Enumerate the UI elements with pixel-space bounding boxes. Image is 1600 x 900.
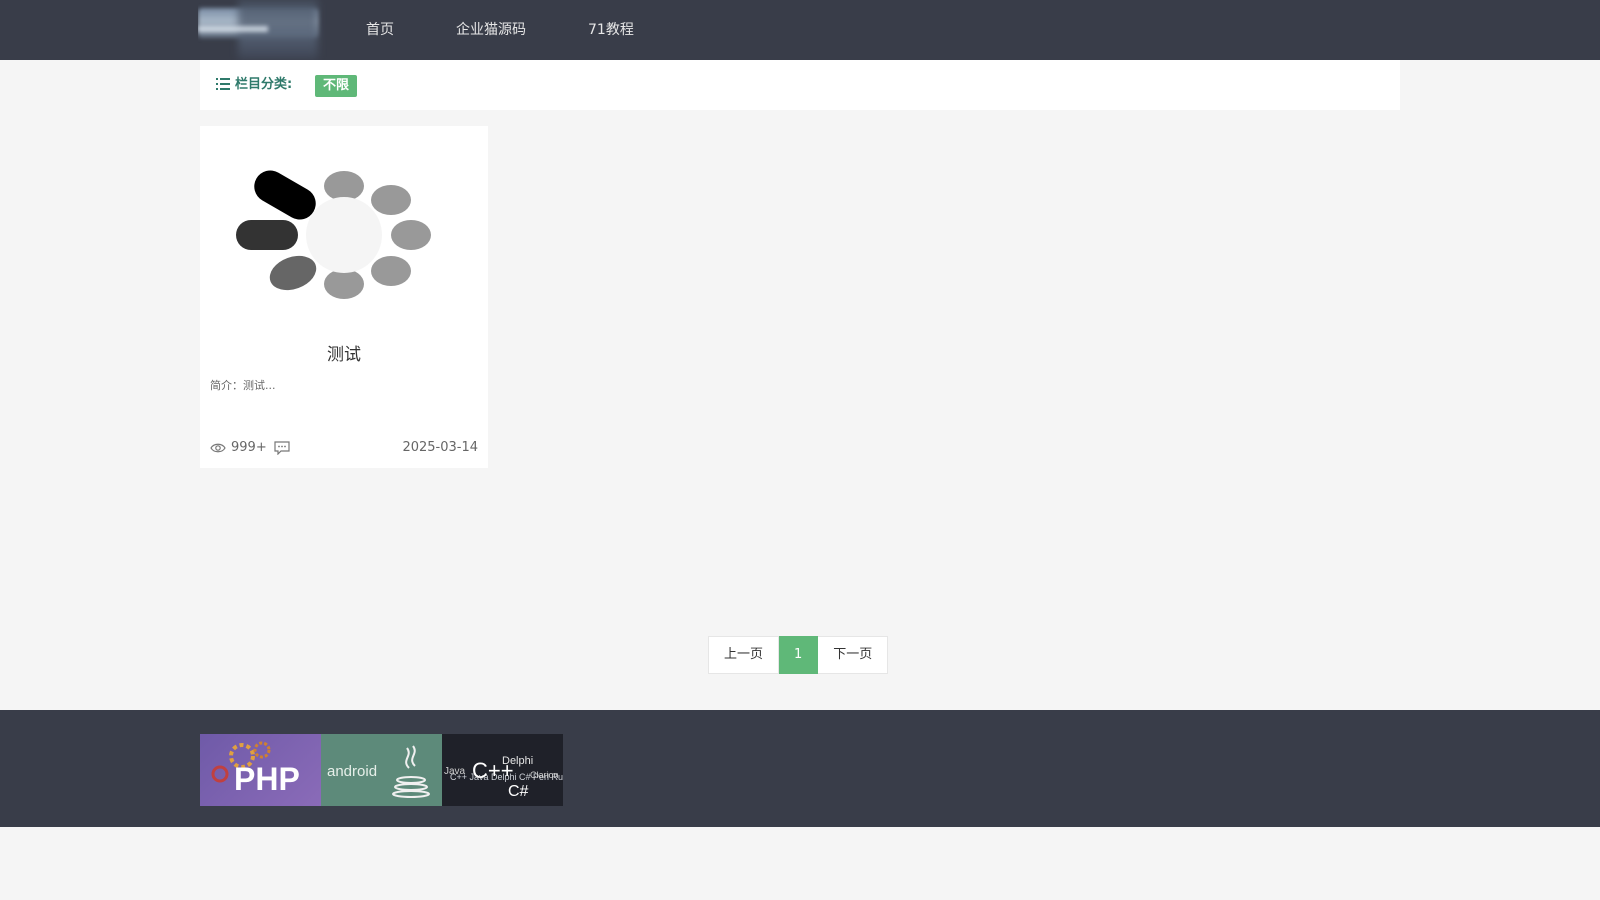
php-logo-text: PHP: [234, 761, 300, 797]
footer-banners: PHP android C++ Java Delphi C# Perl Ruby…: [200, 734, 563, 806]
php-banner[interactable]: PHP: [200, 734, 321, 806]
category-tag-all[interactable]: 不限: [315, 75, 358, 97]
article-meta: 999+ 2025-03-14: [210, 438, 478, 458]
current-page-button[interactable]: 1: [779, 636, 819, 674]
article-title[interactable]: 测试: [200, 344, 488, 366]
nav-enterprise-cat-source[interactable]: 企业猫源码: [448, 0, 534, 60]
languages-banner[interactable]: C++ Java Delphi C# Perl Ruby Ada Action …: [442, 734, 563, 806]
svg-text:Delphi: Delphi: [502, 755, 533, 767]
site-logo[interactable]: [198, 0, 338, 60]
publish-date: 2025-03-14: [402, 440, 478, 455]
main-nav: 首页 企业猫源码 71教程: [358, 0, 688, 60]
loading-spinner-thumbnail: [236, 170, 431, 299]
prev-page-button[interactable]: 上一页: [708, 636, 780, 674]
languages-word-cloud: C++ Java Delphi C# Perl Ruby Ada Action …: [444, 755, 563, 800]
nav-home[interactable]: 首页: [358, 0, 402, 60]
next-page-button[interactable]: 下一页: [818, 636, 889, 674]
category-bar: 栏目分类: 不限: [200, 60, 1400, 110]
category-label: 栏目分类:: [235, 77, 293, 92]
article-card[interactable]: 测试 简介：测试... 999+ 2025-03-14: [200, 126, 488, 468]
svg-text:Clarion: Clarion: [530, 770, 559, 780]
svg-text:C#: C#: [508, 783, 529, 800]
eye-icon: [210, 443, 226, 453]
comment-icon[interactable]: [274, 441, 290, 455]
top-header: 首页 企业猫源码 71教程: [0, 0, 1600, 60]
android-java-banner[interactable]: android: [321, 734, 442, 806]
svg-text:Java: Java: [444, 766, 466, 777]
footer: PHP android C++ Java Delphi C# Perl Ruby…: [0, 710, 1600, 827]
pagination: 上一页 1 下一页: [708, 636, 889, 674]
svg-text:PHP: PHP: [234, 761, 300, 797]
article-description: 简介：测试...: [210, 379, 276, 392]
nav-71-tutorial[interactable]: 71教程: [580, 0, 642, 60]
list-icon: [216, 78, 230, 90]
java-cup-icon: [392, 745, 430, 798]
view-count: 999+: [231, 440, 267, 455]
